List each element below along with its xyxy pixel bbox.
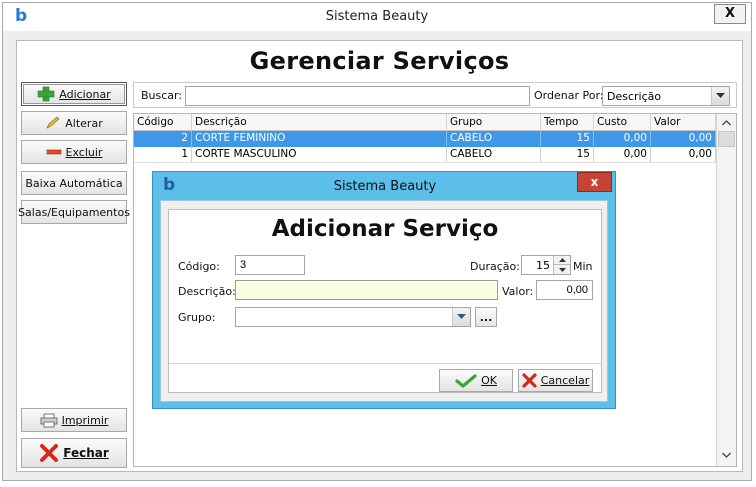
delete-button-label: Excluir (65, 145, 103, 159)
order-by-select[interactable]: Descrição (602, 86, 730, 106)
cell-custo: 0,00 (594, 147, 651, 163)
dialog-form-panel: Adicionar Serviço Código: Duração: 15 Mi… (168, 209, 602, 393)
descricao-field[interactable] (235, 280, 498, 300)
column-header-codigo[interactable]: Código (134, 114, 192, 131)
valor-field[interactable] (536, 280, 593, 300)
cell-codigo: 1 (134, 147, 192, 163)
add-service-dialog: b Sistema Beauty x Adicionar Serviço Cód… (152, 171, 616, 409)
search-label: Buscar: (141, 89, 183, 102)
column-header-valor[interactable]: Valor (651, 114, 716, 131)
codigo-field[interactable] (235, 255, 305, 275)
cancel-button[interactable]: Cancelar (518, 369, 593, 392)
search-input[interactable] (185, 86, 530, 106)
codigo-label: Código: (178, 260, 220, 273)
auto-deduction-button[interactable]: Baixa Automática (21, 171, 127, 195)
print-button[interactable]: Imprimir (21, 408, 127, 432)
grupo-label: Grupo: (178, 311, 216, 324)
descricao-label: Descrição: (178, 285, 236, 298)
grupo-dropdown-arrow[interactable] (452, 308, 470, 326)
cancel-button-label: Cancelar (540, 374, 590, 387)
title-bar[interactable]: b Sistema Beauty X (3, 3, 751, 31)
cell-custo: 0,00 (594, 131, 651, 147)
divider (169, 363, 601, 364)
dialog-body: Adicionar Serviço Código: Duração: 15 Mi… (160, 200, 608, 402)
cell-grupo: CABELO (447, 131, 541, 147)
rooms-equipment-label: Salas/Equipamentos (18, 205, 130, 219)
chevron-down-icon (558, 267, 566, 272)
dialog-window-title: Sistema Beauty (333, 179, 437, 194)
add-button-label: Adicionar (59, 87, 111, 101)
chevron-up-icon (558, 258, 566, 262)
duracao-decrement[interactable] (553, 265, 570, 274)
scroll-up-button[interactable] (719, 116, 734, 130)
minus-icon (46, 149, 61, 155)
order-by-value: Descrição (607, 90, 662, 103)
plus-icon (37, 86, 55, 102)
window-close-button[interactable]: X (714, 4, 746, 24)
valor-label: Valor: (502, 285, 534, 298)
cell-descricao: CORTE FEMININO (192, 131, 447, 147)
ok-button[interactable]: OK (439, 369, 513, 392)
column-header-custo[interactable]: Custo (594, 114, 651, 131)
page-title: Gerenciar Serviços (249, 47, 510, 75)
grupo-browse-button[interactable]: ... (475, 307, 497, 327)
cell-tempo: 15 (541, 147, 594, 163)
duracao-label: Duração: (470, 260, 520, 273)
search-bar: Buscar: Ordenar Por: Descrição (133, 82, 737, 108)
cell-tempo: 15 (541, 131, 594, 147)
chevron-down-icon (457, 314, 466, 319)
ok-button-label: OK (481, 374, 497, 387)
cell-valor: 0,00 (651, 131, 716, 147)
column-header-tempo[interactable]: Tempo (541, 114, 594, 131)
window-title: Sistema Beauty (325, 9, 429, 24)
cell-grupo: CABELO (447, 147, 541, 163)
order-by-dropdown-arrow[interactable] (711, 87, 729, 105)
duracao-value: 15 (536, 259, 550, 272)
chevron-down-icon (722, 452, 731, 458)
vertical-scrollbar[interactable] (716, 114, 736, 466)
scroll-down-button[interactable] (719, 448, 734, 462)
edit-button[interactable]: Alterar (21, 111, 127, 135)
close-button[interactable]: Fechar (21, 438, 127, 468)
cell-codigo: 2 (134, 131, 192, 147)
column-header-descricao[interactable]: Descrição (192, 114, 447, 131)
order-by-label: Ordenar Por: (534, 89, 604, 102)
duracao-increment[interactable] (553, 256, 570, 265)
printer-icon (40, 413, 57, 427)
auto-deduction-label: Baixa Automática (25, 176, 123, 190)
rooms-equipment-button[interactable]: Salas/Equipamentos (18, 200, 130, 224)
duracao-stepper[interactable]: 15 (521, 255, 571, 275)
scroll-thumb[interactable] (718, 131, 735, 147)
pencil-icon (46, 116, 60, 129)
dialog-title: Adicionar Serviço (271, 216, 499, 242)
grupo-select[interactable] (235, 307, 471, 327)
duracao-unit: Min (573, 260, 593, 273)
edit-button-label: Alterar (65, 116, 103, 130)
chevron-down-icon (716, 93, 725, 98)
add-button[interactable]: Adicionar (21, 82, 127, 106)
red-x-icon (40, 444, 59, 462)
delete-button[interactable]: Excluir (21, 140, 127, 164)
cell-descricao: CORTE MASCULINO (192, 147, 447, 163)
dialog-close-button[interactable]: x (577, 172, 612, 192)
chevron-up-icon (722, 120, 731, 126)
close-button-label: Fechar (63, 446, 109, 460)
red-x-icon (522, 373, 537, 388)
print-button-label: Imprimir (61, 413, 109, 427)
check-icon (455, 373, 477, 388)
cell-valor: 0,00 (651, 147, 716, 163)
column-header-grupo[interactable]: Grupo (447, 114, 541, 131)
